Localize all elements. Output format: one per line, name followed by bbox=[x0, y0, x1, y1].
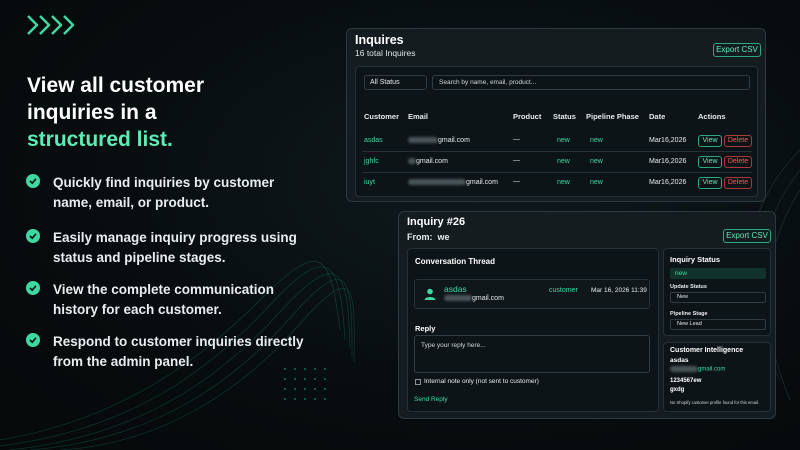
intel-email: gmail.com bbox=[670, 366, 725, 373]
row-customer[interactable]: jghfc bbox=[364, 158, 379, 165]
column-header-pipeline: Pipeline Phase bbox=[586, 112, 639, 121]
row-status: new bbox=[557, 137, 570, 144]
send-reply-button[interactable]: Send Reply bbox=[414, 394, 452, 406]
feature-text: Easily manage inquiry progress using bbox=[53, 230, 297, 245]
row-customer[interactable]: iuyt bbox=[364, 179, 375, 186]
from-label: From: bbox=[407, 232, 433, 242]
pipeline-stage-label: Pipeline Stage bbox=[670, 311, 708, 317]
row-divider bbox=[362, 151, 752, 152]
intel-note: No Shopify customer profile found for th… bbox=[670, 400, 760, 405]
check-circle-icon bbox=[26, 229, 40, 243]
inquiry-from: From: we bbox=[407, 232, 450, 242]
row-date: Mar16,2026 bbox=[649, 158, 687, 165]
column-header-status: Status bbox=[553, 112, 576, 121]
view-button[interactable]: View bbox=[698, 135, 722, 147]
row-phase: new bbox=[590, 158, 603, 165]
export-csv-button[interactable]: Export CSV bbox=[723, 229, 771, 243]
user-icon bbox=[424, 288, 436, 300]
message-sender-name: asdas bbox=[444, 284, 467, 294]
inquiry-detail-card: Inquiry #26 From: we Export CSV Conversa… bbox=[398, 211, 776, 419]
reply-label: Reply bbox=[415, 324, 436, 333]
check-circle-icon bbox=[26, 333, 40, 347]
pipeline-stage-select[interactable]: New Lead bbox=[670, 319, 766, 330]
check-circle-icon bbox=[26, 281, 40, 295]
intel-panel-title: Customer Intelligence bbox=[670, 347, 744, 354]
feature-text: name, email, or product. bbox=[53, 195, 210, 210]
feature-text: Quickly find inquiries by customer bbox=[53, 175, 275, 190]
reply-textarea[interactable]: Type your reply here... bbox=[414, 335, 650, 373]
message-sender-email: gmail.com bbox=[444, 295, 504, 302]
inquiry-title: Inquiry #26 bbox=[407, 216, 466, 228]
inquiry-status-panel: Inquiry Status new Update Status New Pip… bbox=[663, 248, 771, 336]
row-phase: new bbox=[590, 179, 603, 186]
delete-button[interactable]: Delete bbox=[724, 135, 752, 147]
row-status: new bbox=[557, 158, 570, 165]
row-customer[interactable]: asdas bbox=[364, 137, 383, 144]
conversation-title: Conversation Thread bbox=[415, 257, 496, 266]
conversation-panel: Conversation Thread asdas gmail.com cust… bbox=[407, 248, 659, 412]
inquires-table-panel: All Status Search by name, email, produc… bbox=[355, 66, 758, 197]
feature-text: history for each customer. bbox=[53, 302, 222, 317]
delete-button[interactable]: Delete bbox=[724, 156, 752, 168]
hero-title-line-1: View all customer bbox=[27, 74, 205, 97]
message-item: asdas gmail.com customer Mar 16, 2026 11… bbox=[414, 279, 650, 309]
inquires-title: Inquires bbox=[355, 33, 404, 47]
inquires-count: 16 total Inquires bbox=[355, 48, 416, 58]
status-filter-select[interactable]: All Status bbox=[364, 75, 427, 90]
status-panel-title: Inquiry Status bbox=[670, 255, 721, 264]
export-csv-button[interactable]: Export CSV bbox=[713, 43, 761, 57]
check-circle-icon bbox=[26, 174, 40, 188]
row-email: gmail.com bbox=[408, 137, 470, 144]
message-timestamp: Mar 16, 2026 11:39 bbox=[591, 287, 647, 294]
internal-note-label: Internal note only (not sent to customer… bbox=[424, 378, 539, 385]
delete-button[interactable]: Delete bbox=[724, 177, 752, 189]
row-divider bbox=[362, 172, 752, 173]
row-phase: new bbox=[590, 137, 603, 144]
column-header-date: Date bbox=[649, 112, 666, 121]
column-header-email: Email bbox=[408, 112, 429, 121]
column-header-product: Product bbox=[513, 112, 542, 121]
hero-title: View all customer inquiries in a structu… bbox=[27, 72, 327, 153]
row-email: gmail.com bbox=[408, 158, 448, 165]
column-header-actions: Actions bbox=[698, 112, 726, 121]
status-badge: new bbox=[670, 268, 766, 279]
message-role: customer bbox=[549, 287, 578, 294]
row-product: — bbox=[513, 157, 520, 164]
dot-grid-decoration bbox=[284, 368, 326, 400]
row-email: gmail.com bbox=[408, 179, 498, 186]
column-header-customer: Customer bbox=[364, 112, 400, 121]
from-value: we bbox=[437, 232, 450, 242]
search-input[interactable]: Search by name, email, product... bbox=[432, 75, 750, 90]
row-date: Mar16,2026 bbox=[649, 137, 687, 144]
feature-text: status and pipeline stages. bbox=[53, 250, 226, 265]
view-button[interactable]: View bbox=[698, 177, 722, 189]
intel-phone: 1234567ew bbox=[670, 378, 702, 384]
inquires-card: Inquires 16 total Inquires Export CSV Al… bbox=[346, 28, 766, 202]
row-status: new bbox=[557, 179, 570, 186]
row-product: — bbox=[513, 178, 520, 185]
row-product: — bbox=[513, 136, 520, 143]
intel-name: asdas bbox=[670, 357, 689, 364]
feature-text: Respond to customer inquiries directly bbox=[53, 334, 304, 349]
feature-text: View the complete communication bbox=[53, 282, 275, 297]
customer-intelligence-panel: Customer Intelligence asdas gmail.com 12… bbox=[663, 342, 771, 412]
intel-extra: gxdg bbox=[670, 387, 685, 393]
chevrons-right-icon bbox=[27, 15, 75, 35]
update-status-select[interactable]: New bbox=[670, 292, 766, 303]
update-status-label: Update Status bbox=[670, 284, 707, 290]
internal-note-checkbox[interactable] bbox=[415, 379, 421, 385]
row-date: Mar16,2026 bbox=[649, 179, 687, 186]
hero-title-highlight: structured list. bbox=[27, 128, 173, 151]
hero-title-line-2: inquiries in a bbox=[27, 101, 157, 124]
view-button[interactable]: View bbox=[698, 156, 722, 168]
